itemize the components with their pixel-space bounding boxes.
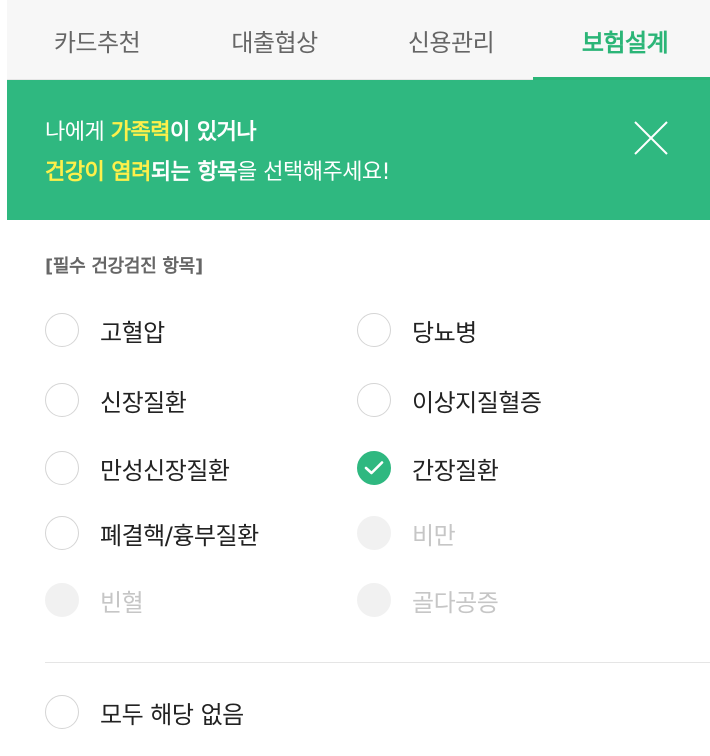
banner-line-1: 나에게 가족력이 있거나	[45, 114, 257, 146]
banner-highlight: 가족력	[110, 120, 171, 145]
banner-bold-text: 이 있거나	[169, 120, 257, 145]
banner-highlight: 건강이 염려	[45, 160, 151, 185]
banner-text: 나에게	[45, 120, 111, 145]
option-tuberculosis-chest[interactable]: 폐결핵/흉부질환	[45, 513, 259, 553]
radio-circle-icon[interactable]	[45, 383, 79, 417]
option-label: 모두 해당 없음	[100, 700, 244, 729]
option-obesity: 비만	[357, 513, 456, 553]
option-label: 신장질환	[100, 388, 187, 417]
radio-circle-icon[interactable]	[45, 695, 79, 729]
radio-circle-icon[interactable]	[357, 383, 391, 417]
option-label: 고혈압	[100, 318, 165, 347]
tab-insurance-design[interactable]: 보험설계	[540, 0, 710, 80]
option-kidney-disease[interactable]: 신장질환	[45, 380, 187, 420]
option-liver-disease[interactable]: 간장질환	[357, 448, 499, 488]
radio-checked-icon[interactable]	[357, 451, 391, 485]
tab-bar: 카드추천 대출협상 신용관리 보험설계	[7, 0, 710, 80]
tab-card-recommend[interactable]: 카드추천	[7, 0, 187, 80]
option-label: 폐결핵/흉부질환	[100, 521, 259, 550]
banner-bold-text: 되는 항목	[150, 160, 238, 185]
option-anemia: 빈혈	[45, 580, 144, 620]
radio-disabled-icon	[45, 583, 79, 617]
close-button[interactable]	[631, 118, 671, 158]
option-label: 간장질환	[412, 456, 499, 485]
option-dyslipidemia[interactable]: 이상지질혈증	[357, 380, 542, 420]
option-hypertension[interactable]: 고혈압	[45, 310, 165, 350]
radio-circle-icon[interactable]	[45, 313, 79, 347]
option-label: 당뇨병	[412, 318, 477, 347]
tab-credit-management[interactable]: 신용관리	[362, 0, 540, 80]
close-icon	[634, 121, 668, 155]
divider	[45, 662, 710, 663]
radio-disabled-icon	[357, 583, 391, 617]
section-title: [필수 건강검진 항목]	[45, 256, 203, 277]
option-none-applicable[interactable]: 모두 해당 없음	[45, 692, 244, 732]
radio-circle-icon[interactable]	[45, 516, 79, 550]
tab-loan-negotiation[interactable]: 대출협상	[187, 0, 362, 80]
radio-circle-icon[interactable]	[357, 313, 391, 347]
option-label: 비만	[412, 521, 456, 550]
option-diabetes[interactable]: 당뇨병	[357, 310, 477, 350]
radio-disabled-icon	[357, 516, 391, 550]
option-label: 이상지질혈증	[412, 388, 542, 417]
option-chronic-kidney-disease[interactable]: 만성신장질환	[45, 448, 230, 488]
option-label: 만성신장질환	[100, 456, 230, 485]
option-label: 골다공증	[412, 588, 499, 617]
radio-circle-icon[interactable]	[45, 451, 79, 485]
checkmark-icon	[364, 461, 384, 475]
info-banner: 나에게 가족력이 있거나 건강이 염려되는 항목을 선택해주세요!	[7, 80, 710, 220]
option-label: 빈혈	[100, 588, 144, 617]
option-osteoporosis: 골다공증	[357, 580, 499, 620]
banner-text: 을 선택해주세요!	[237, 160, 391, 185]
banner-line-2: 건강이 염려되는 항목을 선택해주세요!	[45, 154, 391, 186]
